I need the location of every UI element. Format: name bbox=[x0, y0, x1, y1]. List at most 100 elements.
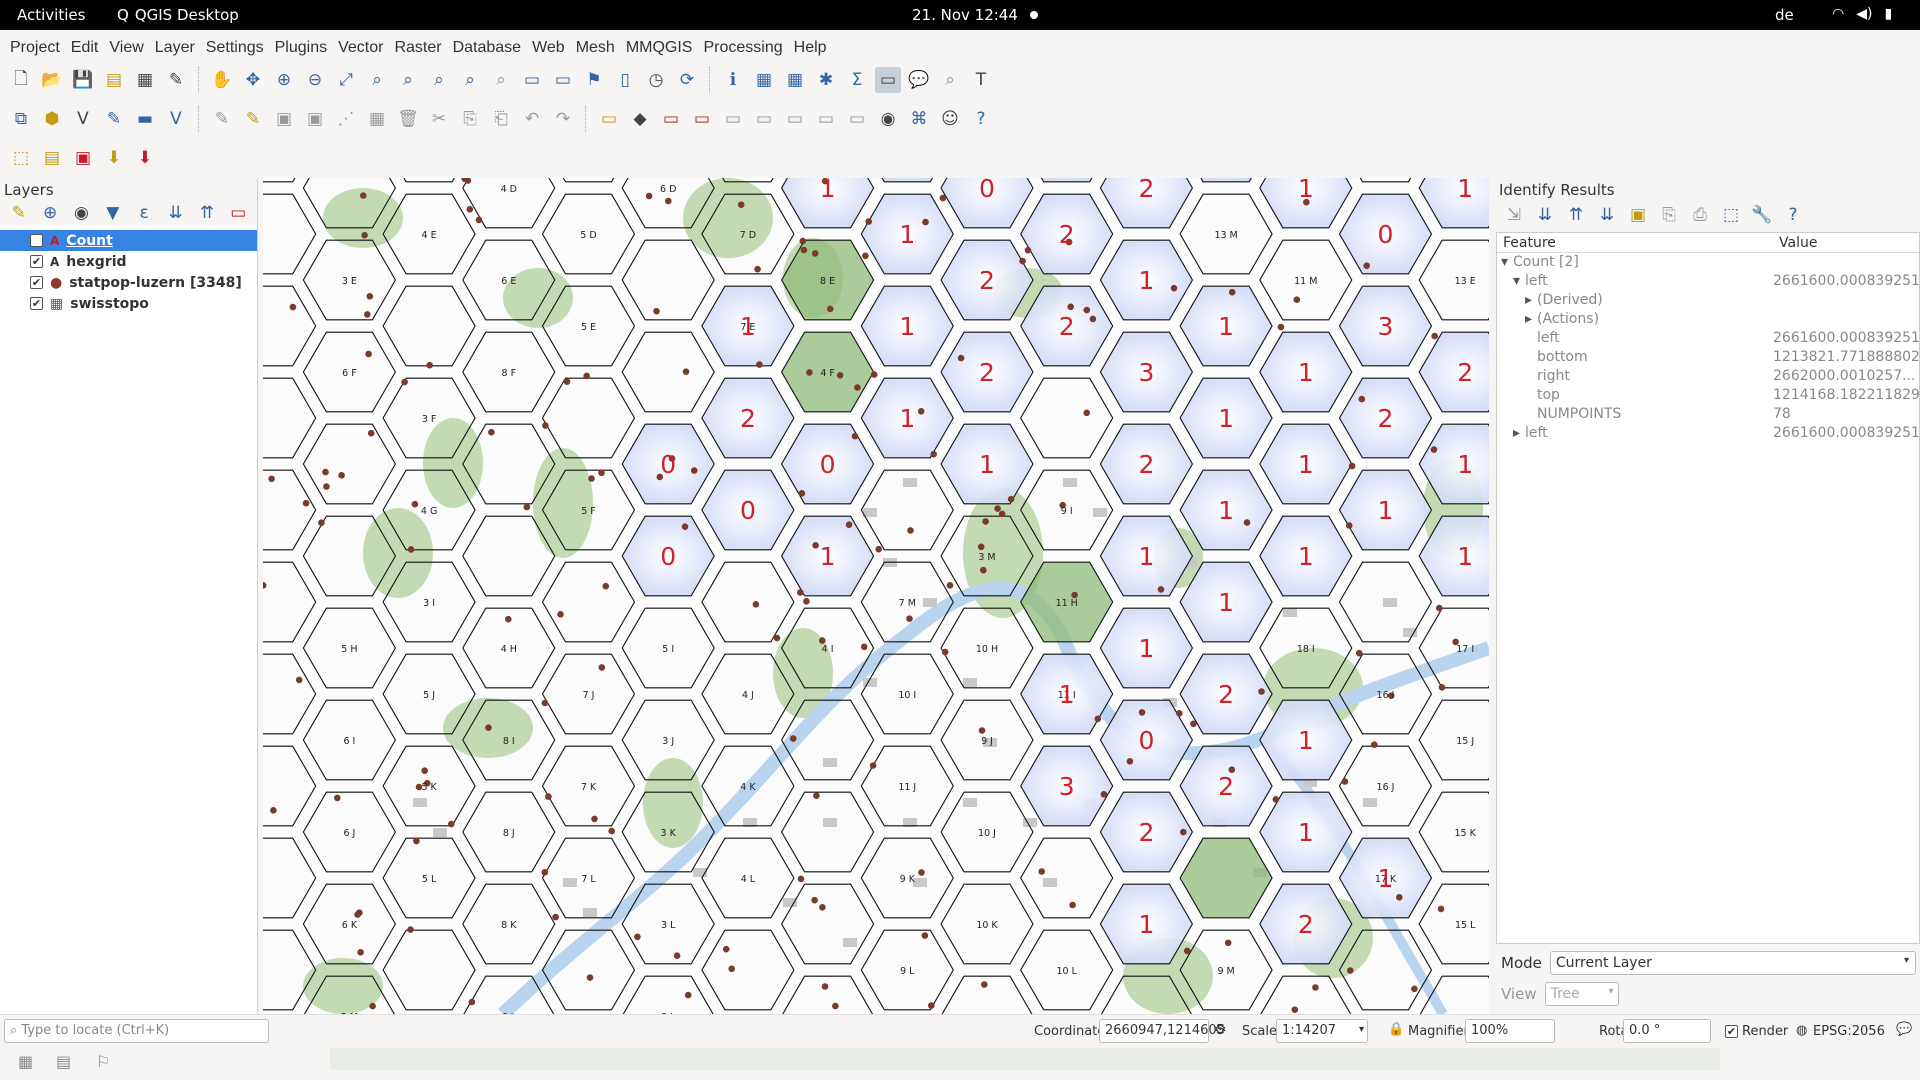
expand-all-results-icon[interactable]: ⇊ bbox=[1594, 202, 1620, 228]
new-bookmark-icon[interactable]: ⚑ bbox=[581, 67, 607, 93]
layer-item-statpop[interactable]: ✔ ● statpop-luzern [3348] bbox=[0, 272, 257, 293]
layer-item-count[interactable]: ✔ A Count bbox=[0, 230, 257, 251]
attribute-table-icon[interactable]: ▦ bbox=[751, 67, 777, 93]
browser-icon[interactable]: ▤ bbox=[56, 1052, 71, 1071]
zoom-next-icon[interactable]: ⌕ bbox=[488, 67, 514, 93]
filter-legend-icon[interactable]: ▼ bbox=[100, 200, 125, 226]
new-map-view-icon[interactable]: ▭ bbox=[519, 67, 545, 93]
select-features-icon[interactable]: ⬚ bbox=[8, 145, 34, 171]
locator-search-input[interactable]: ⌕ Type to locate (Ctrl+K) bbox=[4, 1019, 269, 1043]
new-project-icon[interactable]: 🗋 bbox=[8, 67, 34, 93]
select-by-location-icon[interactable]: ⌕ bbox=[937, 67, 963, 93]
layer-visibility-checkbox[interactable]: ✔ bbox=[30, 276, 43, 289]
layer-item-swisstopo[interactable]: ✔ ▦ swisstopo bbox=[0, 293, 257, 314]
deselect-all-icon[interactable]: ▣ bbox=[70, 145, 96, 171]
collapse-tree-icon[interactable]: ⇈ bbox=[1563, 202, 1589, 228]
new-geopackage-layer-icon[interactable]: ⬢ bbox=[39, 106, 65, 132]
view-select[interactable]: Tree ▾ bbox=[1544, 982, 1619, 1006]
toggle-editing-icon[interactable]: ✎ bbox=[240, 106, 266, 132]
move-label-icon[interactable]: ▭ bbox=[720, 106, 746, 132]
map-tips-icon[interactable]: 💬 bbox=[906, 67, 932, 93]
identify-help-icon[interactable]: ? bbox=[1780, 202, 1806, 228]
redo-icon[interactable]: ↷ bbox=[550, 106, 576, 132]
expand-new-icon[interactable]: ⇊ bbox=[1532, 202, 1558, 228]
plugin-face-icon[interactable]: ☺ bbox=[937, 106, 963, 132]
field-calculator-icon[interactable]: ▦ bbox=[782, 67, 808, 93]
menu-web[interactable]: Web bbox=[527, 39, 570, 57]
tree-expander-icon[interactable]: ▸ bbox=[1525, 292, 1532, 308]
measure-line-icon[interactable]: ▭ bbox=[875, 67, 901, 93]
clear-results-icon[interactable]: ▣ bbox=[1625, 202, 1651, 228]
clock[interactable]: 21. Nov 12:44 bbox=[912, 6, 1018, 24]
new-spatialite-layer-icon[interactable]: ✎ bbox=[101, 106, 127, 132]
menu-help[interactable]: Help bbox=[789, 39, 832, 57]
tree-row[interactable]: left 2661600.000839251 bbox=[1497, 329, 1920, 348]
collapse-all-icon[interactable]: ⇈ bbox=[194, 200, 219, 226]
modify-attributes-icon[interactable]: ▦ bbox=[364, 106, 390, 132]
menu-database[interactable]: Database bbox=[448, 39, 527, 57]
tree-row[interactable]: ▸ left 2661600.000839251 bbox=[1497, 424, 1920, 443]
statistical-summary-icon[interactable]: Σ bbox=[844, 67, 870, 93]
rotate-label-icon[interactable]: ▭ bbox=[751, 106, 777, 132]
new-3d-view-icon[interactable]: ▭ bbox=[550, 67, 576, 93]
menu-raster[interactable]: Raster bbox=[389, 39, 446, 57]
tree-expander-icon[interactable]: ▾ bbox=[1513, 273, 1520, 289]
add-group-icon[interactable]: ⊕ bbox=[37, 200, 62, 226]
remove-layer-icon[interactable]: ▭ bbox=[226, 200, 251, 226]
layout-manager-icon[interactable]: ▦ bbox=[132, 67, 158, 93]
tree-row[interactable]: top 1214168.1822118298 bbox=[1497, 386, 1920, 405]
tree-expander-icon[interactable]: ▸ bbox=[1525, 311, 1532, 327]
new-shapefile-layer-icon[interactable]: V bbox=[70, 106, 96, 132]
identify-mode-icon[interactable]: ⬚ bbox=[1718, 202, 1744, 228]
plugin-export-icon[interactable]: ⬇ bbox=[132, 145, 158, 171]
python-console-icon[interactable]: ⌘ bbox=[906, 106, 932, 132]
cut-features-icon[interactable]: ✂ bbox=[426, 106, 452, 132]
mode-select[interactable]: Current Layer ▾ bbox=[1549, 951, 1916, 975]
tree-row[interactable]: bottom 1213821.771888802 bbox=[1497, 348, 1920, 367]
undo-icon[interactable]: ↶ bbox=[519, 106, 545, 132]
copy-features-icon[interactable]: ⎘ bbox=[457, 106, 483, 132]
map-svg[interactable]: 4 D6 D5 D7 D8 E4 E6 E3 E5 E7 E4 F6 F8 F3… bbox=[263, 178, 1489, 1014]
tree-row[interactable]: right 2662000.0010257... bbox=[1497, 367, 1919, 386]
menu-processing[interactable]: Processing bbox=[698, 39, 787, 57]
copy-feature-icon[interactable]: ⎘ bbox=[1656, 202, 1682, 228]
zoom-last-icon[interactable]: ⌕ bbox=[457, 67, 483, 93]
layer-item-hexgrid[interactable]: ✔ A hexgrid bbox=[0, 251, 257, 272]
keyboard-layout[interactable]: de bbox=[1775, 6, 1794, 24]
render-checkbox[interactable]: ✔ bbox=[1725, 1025, 1738, 1038]
zoom-out-icon[interactable]: ⊖ bbox=[302, 67, 328, 93]
zoom-to-layer-icon[interactable]: ⌕ bbox=[395, 67, 421, 93]
temporal-controller-icon[interactable]: ◷ bbox=[643, 67, 669, 93]
identify-settings-icon[interactable]: 🔧 bbox=[1749, 202, 1775, 228]
highlight-labels-icon[interactable]: ▭ bbox=[689, 106, 715, 132]
toggle-extents-icon[interactable]: ⚙ bbox=[1214, 1022, 1227, 1038]
pin-labels-icon[interactable]: ▭ bbox=[658, 106, 684, 132]
style-manager-icon[interactable]: ✎ bbox=[163, 67, 189, 93]
expand-tree-icon[interactable]: ⇲ bbox=[1501, 202, 1527, 228]
zoom-native-icon[interactable]: ⌕ bbox=[426, 67, 452, 93]
select-location-icon[interactable]: ⬇ bbox=[101, 145, 127, 171]
bookmark-icon[interactable]: ⚐ bbox=[96, 1052, 110, 1071]
identify-features-icon[interactable]: ℹ bbox=[720, 67, 746, 93]
show-bookmarks-icon[interactable]: ▯ bbox=[612, 67, 638, 93]
select-by-value-icon[interactable]: ▤ bbox=[39, 145, 65, 171]
tree-row[interactable]: NUMPOINTS 78 bbox=[1497, 405, 1919, 424]
tree-expander-icon[interactable]: ▾ bbox=[1501, 254, 1508, 270]
current-edits-icon[interactable]: ✎ bbox=[209, 106, 235, 132]
scale-field[interactable]: 1:14207 bbox=[1276, 1019, 1368, 1043]
app-menu[interactable]: Q QGIS Desktop bbox=[117, 6, 239, 24]
layer-visibility-checkbox[interactable]: ✔ bbox=[30, 234, 43, 247]
scale-dropdown-icon[interactable]: ▾ bbox=[1359, 1024, 1364, 1035]
messages-icon[interactable]: 💬 bbox=[1896, 1022, 1912, 1037]
new-virtual-layer-icon[interactable]: ▬ bbox=[132, 106, 158, 132]
save-edits-icon[interactable]: ▣ bbox=[271, 106, 297, 132]
pan-hand-icon[interactable]: ✋ bbox=[209, 67, 235, 93]
tree-row[interactable]: ▾ left 2661600.000839251 bbox=[1497, 272, 1920, 291]
system-tray[interactable]: ◠ ◀) ▮ bbox=[1832, 6, 1892, 22]
zoom-full-icon[interactable]: ⤢ bbox=[333, 67, 359, 93]
data-source-manager-icon[interactable]: ⧉ bbox=[8, 106, 34, 132]
tree-row[interactable]: ▾ Count [2] bbox=[1497, 253, 1919, 272]
virtual-layer-icon[interactable]: V bbox=[163, 106, 189, 132]
layer-visibility-checkbox[interactable]: ✔ bbox=[30, 255, 43, 268]
coordinate-field[interactable]: 2660947,1214605 bbox=[1099, 1019, 1225, 1043]
